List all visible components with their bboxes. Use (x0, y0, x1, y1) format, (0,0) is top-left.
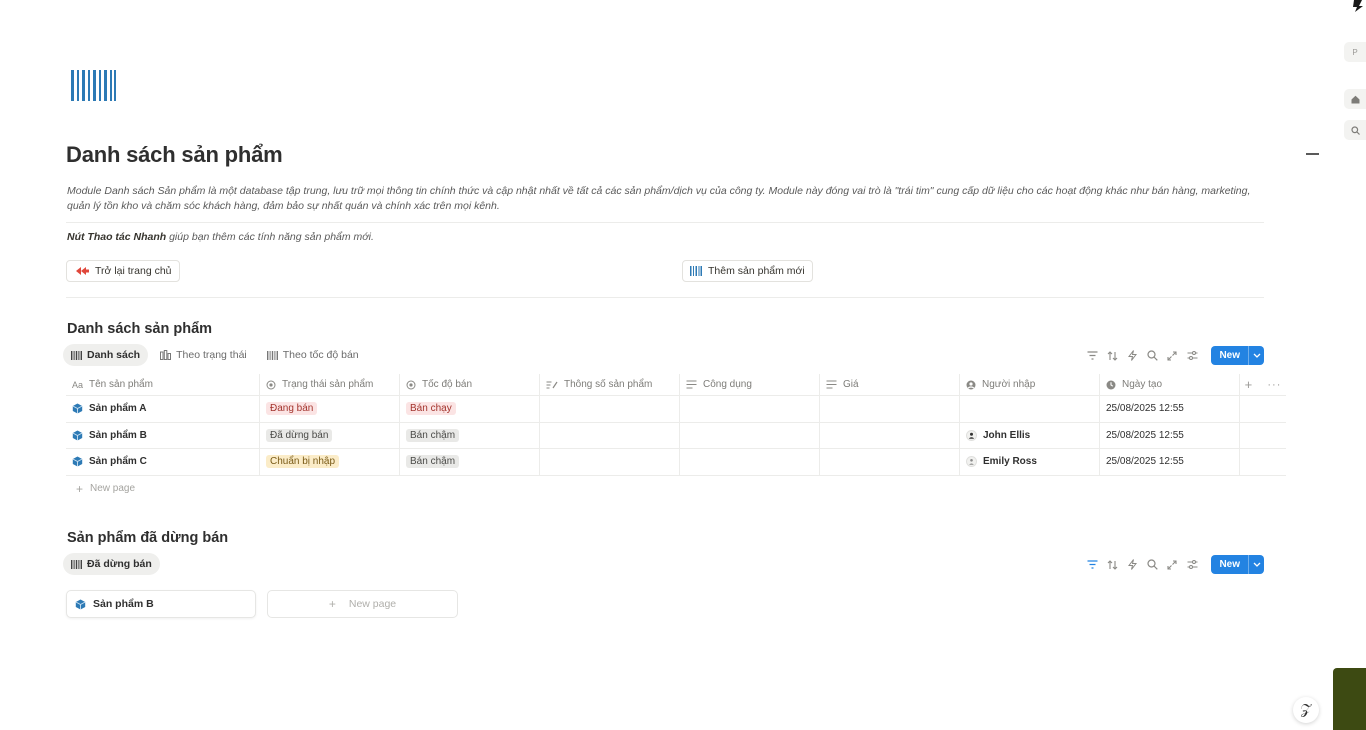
sort-icon[interactable] (1105, 349, 1119, 363)
quick-actions-note: Nút Thao tác Nhanh giúp bạn thêm các tín… (67, 231, 374, 243)
more-options-icon[interactable]: ··· (1267, 379, 1281, 391)
chevron-down-icon[interactable] (1248, 346, 1264, 365)
sort-icon[interactable] (1105, 558, 1119, 572)
settings-sliders-icon[interactable] (1185, 558, 1199, 572)
product-name: Sản phẩm C (89, 456, 147, 468)
products-table: Aa Tên sản phẩm Trạng thái sản phẩm Tốc … (66, 374, 1286, 502)
avatar (966, 429, 977, 441)
database-toolbar: New (1085, 346, 1264, 365)
status-badge: Đang bán (266, 402, 318, 416)
column-header-specs[interactable]: Thông số sản phẩm (540, 374, 680, 395)
section-title-discontinued: Sản phẩm đã dừng bán (67, 530, 229, 546)
status-badge: Chuẩn bị nhập (266, 455, 340, 469)
person-chip[interactable]: Emily Ross (966, 456, 1037, 468)
status-badge: Đã dừng bán (266, 428, 333, 442)
page-description: Module Danh sách Sản phẩm là một databas… (67, 185, 1251, 212)
column-header-person[interactable]: Người nhập (960, 374, 1100, 395)
status-property-icon (406, 380, 416, 389)
settings-sliders-icon[interactable] (1185, 349, 1199, 363)
person-icon (966, 380, 976, 389)
tab-da-dung-ban[interactable]: Đã dừng bán (63, 553, 160, 575)
rail-item[interactable]: P (1344, 42, 1366, 62)
cube-icon (72, 430, 83, 441)
card-title: Sản phẩm B (93, 598, 154, 610)
divider (66, 222, 1264, 223)
back-home-button[interactable]: Trở lại trang chủ (66, 260, 180, 282)
plus-icon: + (76, 481, 84, 496)
person-chip[interactable]: John Ellis (966, 429, 1030, 441)
automation-lightning-icon[interactable] (1125, 349, 1139, 363)
text-property-icon: Aa (72, 379, 84, 390)
double-back-arrow-icon (76, 267, 89, 275)
barcode-icon (71, 559, 82, 569)
created-date: 25/08/2025 12:55 (1106, 429, 1184, 441)
cube-icon (75, 599, 86, 609)
section-title-products: Danh sách sản phẩm (67, 321, 213, 337)
page-title: Danh sách sản phẩm (66, 142, 283, 167)
background-window (1333, 668, 1366, 730)
home-icon[interactable] (1344, 89, 1366, 109)
app-logo-icon (1353, 0, 1363, 12)
column-header-speed[interactable]: Tốc độ bán (400, 374, 540, 395)
column-header-name[interactable]: Aa Tên sản phẩm (66, 374, 260, 395)
tab-theo-toc-do-ban[interactable]: Theo tốc độ bán (259, 344, 367, 366)
new-page-row[interactable]: + New page (66, 476, 1286, 502)
expand-icon[interactable] (1165, 558, 1179, 572)
collapse-toggle[interactable] (1306, 153, 1319, 155)
cube-icon (72, 456, 83, 467)
speed-badge: Bán chậm (406, 428, 460, 442)
formula-edit-icon (546, 381, 558, 389)
text-lines-icon (826, 380, 837, 389)
table-row[interactable]: Sản phẩm C Chuẩn bị nhập Bán chậm Emily … (66, 449, 1286, 476)
speed-badge: Bán chạy (406, 402, 456, 416)
new-record-button[interactable]: New (1211, 346, 1264, 365)
table-row[interactable]: Sản phẩm B Đã dừng bán Bán chậm John Ell… (66, 422, 1286, 449)
text-lines-icon (686, 380, 697, 389)
gallery-card[interactable]: Sản phẩm B (66, 590, 256, 618)
barcode-icon (71, 70, 116, 101)
filter-icon[interactable] (1085, 349, 1099, 363)
add-column-icon[interactable]: + (1245, 377, 1253, 392)
product-name: Sản phẩm B (89, 429, 147, 441)
column-header-price[interactable]: Giá (820, 374, 960, 395)
search-icon[interactable] (1145, 349, 1159, 363)
speed-badge: Bán chậm (406, 455, 460, 469)
view-tabs: Đã dừng bán (63, 553, 160, 575)
cube-icon (72, 403, 83, 414)
column-header-status[interactable]: Trạng thái sản phẩm (260, 374, 400, 395)
view-tabs: Danh sách Theo trạng thái Theo tốc độ bá… (63, 344, 367, 366)
expand-icon[interactable] (1165, 349, 1179, 363)
divider (66, 297, 1264, 298)
database-toolbar: New (1085, 555, 1264, 574)
ai-assistant-icon[interactable]: 𝒵 (1293, 697, 1319, 723)
barcode-icon (690, 266, 702, 276)
product-name: Sản phẩm A (89, 403, 147, 415)
add-product-button[interactable]: Thêm sản phẩm mới (682, 260, 813, 282)
tab-danh-sach[interactable]: Danh sách (63, 344, 149, 366)
table-header: Aa Tên sản phẩm Trạng thái sản phẩm Tốc … (66, 374, 1286, 396)
automation-lightning-icon[interactable] (1125, 558, 1139, 572)
created-date: 25/08/2025 12:55 (1106, 456, 1184, 468)
clock-icon (1106, 380, 1116, 389)
table-row[interactable]: Sản phẩm A Đang bán Bán chạy 25/08/2025 … (66, 396, 1286, 423)
new-record-button[interactable]: New (1211, 555, 1264, 574)
board-icon (160, 350, 172, 360)
tab-theo-trang-thai[interactable]: Theo trạng thái (152, 344, 255, 366)
search-icon[interactable] (1344, 120, 1366, 140)
barcode-icon (71, 350, 82, 360)
filter-icon[interactable] (1085, 558, 1099, 572)
plus-icon: + (328, 597, 336, 611)
search-icon[interactable] (1145, 558, 1159, 572)
column-header-created[interactable]: Ngày tạo (1100, 374, 1240, 395)
new-page-card[interactable]: + New page (267, 590, 458, 618)
column-header-usage[interactable]: Công dụng (680, 374, 820, 395)
column-actions: + ··· (1240, 374, 1286, 395)
status-property-icon (266, 380, 276, 389)
avatar (966, 456, 977, 468)
barcode-icon (266, 350, 278, 360)
created-date: 25/08/2025 12:55 (1106, 403, 1184, 415)
chevron-down-icon[interactable] (1248, 555, 1264, 574)
